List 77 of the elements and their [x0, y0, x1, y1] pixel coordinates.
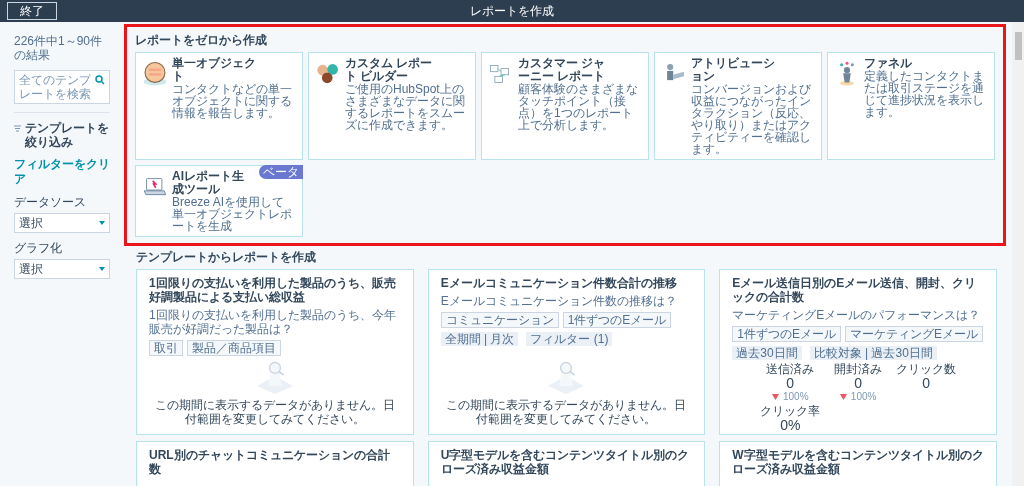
filter-heading: テンプレートを絞り込み	[25, 121, 110, 149]
tag: マーケティングEメール	[845, 326, 984, 342]
page-title: レポートを作成	[470, 3, 554, 20]
stat-label: クリック数	[896, 362, 957, 376]
scrollbar-thumb[interactable]	[1014, 32, 1022, 60]
filter-chip: 過去30日間	[732, 346, 802, 360]
template-card[interactable]: Eメールコミュニケーション件数合計の推移 Eメールコミュニケーション件数の推移は？ コミュニケーション 1件ずつのEメール 全期間 | 月次 フィルター (1) この期間に表示するデータがありません。日付範囲を変更してみてください。	[427, 269, 706, 435]
section-title: レポートをゼロから作成	[135, 33, 268, 48]
tag: 1件ずつのEメール	[562, 312, 672, 328]
stat-value: 0	[854, 376, 863, 391]
card-title: Eメールコミュニケーション件数合計の推移	[440, 276, 678, 290]
template-card[interactable]: URL別のチャットコミュニケーションの合計数	[136, 441, 414, 486]
filter-chip: 比較対象 | 過去30日間	[809, 346, 937, 360]
card-description: コンタクトなどの単一オブジェクトに関する情報を報告します。	[172, 83, 293, 119]
tag: コミュニケーション	[440, 312, 559, 328]
report-type-card[interactable]: アトリビューション コンバージョンおよび収益につながったインタラクション（反応、やり取り）またはアクティビティーを確認します。	[654, 52, 822, 160]
tag: 1件ずつのEメール	[732, 326, 841, 342]
result-count: 226件中1～90件の結果	[14, 34, 104, 62]
search-icon	[95, 75, 105, 85]
card-title: 1回限りの支払いを利用した製品のうち、販売好調製品による支払い総収益	[149, 276, 397, 304]
report-type-card[interactable]: 単一オブジェクト コンタクトなどの単一オブジェクトに関する情報を報告します。	[135, 52, 303, 160]
card-title: AIレポート生成ツール	[172, 170, 245, 196]
stat-label: 開封済み	[834, 362, 883, 376]
report-type-card[interactable]: ファネル 定義したコンタクトまたは取引ステージを通じて進捗状況を表示します。	[827, 52, 995, 160]
select-label: データソース	[14, 195, 87, 209]
round-document-illustration-icon	[142, 61, 168, 87]
card-question: マーケティングEメールのパフォーマンスは？	[732, 308, 982, 322]
report-type-card[interactable]: AIレポート生成ツール Breeze AIを使用して単一オブジェクトレポートを生成 ベータ	[135, 165, 303, 237]
section-title: テンプレートからレポートを作成	[136, 250, 317, 265]
tag: 製品／商品項目	[187, 340, 281, 356]
card-title: W字型モデルを含むコンテンツタイトル別のクローズ済み収益金額	[732, 448, 984, 476]
card-title: カスタマー ジャーニー レポート	[518, 57, 607, 83]
template-card[interactable]: 1回限りの支払いを利用した製品のうち、販売好調製品による支払い総収益 1回限りの支払いを利用した製品のうち、今年販売が好調だった製品は？ 取引 製品／商品項目 この期間に表示するデータがありません。日付範囲を変更してみてください。	[136, 269, 414, 435]
card-description: 顧客体験のさまざまなタッチポイント（接点）を1つのレポート上で分析します。	[518, 83, 639, 131]
select-label: グラフ化	[14, 241, 63, 255]
stat-label: 送信済み	[766, 362, 815, 376]
card-description: ご使用のHubSpot上のさまざまなデータに関するレポートをスムーズに作成できます。	[345, 83, 466, 131]
caret-icon	[99, 267, 105, 271]
card-title: 単一オブジェクト	[172, 57, 257, 83]
card-description: Breeze AIを使用して単一オブジェクトレポートを生成	[172, 196, 293, 232]
filter-chip: 全期間 | 月次	[440, 332, 519, 346]
down-triangle-icon	[771, 393, 779, 400]
card-description: 定義したコンタクトまたは取引ステージを通じて進捗状況を表示します。	[864, 70, 985, 118]
empty-message: この期間に表示するデータがありません。日付範囲を変更してみてください。	[445, 398, 688, 426]
card-title: アトリビューション	[691, 57, 776, 83]
filter-icon	[14, 125, 21, 132]
card-title: URL別のチャットコミュニケーションの合計数	[149, 448, 391, 476]
select-dropdown[interactable]: 選択	[14, 213, 110, 233]
stat-value: 0	[922, 376, 930, 391]
card-title: カスタム レポート ビルダー	[345, 57, 434, 83]
card-title: ファネル	[864, 57, 913, 70]
exit-button[interactable]: 終了	[7, 2, 57, 20]
caret-icon	[99, 221, 105, 225]
report-type-card[interactable]: カスタム レポート ビルダー ご使用のHubSpot上のさまざまなデータに関するレポートをスムーズに作成できます。	[308, 52, 476, 160]
card-question: Eメールコミュニケーション件数の推移は？	[440, 294, 678, 308]
clear-filters-link[interactable]: フィルターをクリア	[14, 157, 110, 187]
report-type-card[interactable]: カスタマー ジャーニー レポート 顧客体験のさまざまなタッチポイント（接点）を1つのレポート上で分析します。	[481, 52, 649, 160]
stat-value: 0	[786, 376, 795, 391]
template-card[interactable]: U字型モデルを含むコンテンツタイトル別のクローズ済み収益金額	[427, 441, 706, 486]
select-dropdown[interactable]: 選択	[14, 259, 110, 279]
card-description: コンバージョンおよび収益につながったインタラクション（反応、やり取り）またはアクティビティーを確認します。	[691, 83, 812, 155]
filter-chip: フィルター (1)	[526, 332, 613, 346]
empty-message: この期間に表示するデータがありません。日付範囲を変更してみてください。	[153, 398, 396, 426]
stat-change: 100%	[850, 391, 877, 402]
search-field[interactable]: 全てのテンプレートを検索	[14, 70, 110, 104]
down-triangle-icon	[839, 393, 847, 400]
card-question: 1回限りの支払いを利用した製品のうち、今年販売が好調だった製品は？	[149, 308, 397, 336]
template-card[interactable]: W字型モデルを含むコンテンツタイトル別のクローズ済み収益金額	[719, 441, 997, 486]
card-title: Eメール送信日別のEメール送信、開封、クリックの合計数	[732, 276, 978, 304]
card-title: U字型モデルを含むコンテンツタイトル別のクローズ済み収益金額	[440, 448, 691, 476]
stat-change: 100%	[782, 391, 809, 402]
stat-label: クリック率	[760, 404, 821, 418]
template-card[interactable]: Eメール送信日別のEメール送信、開封、クリックの合計数 マーケティングEメールのパフォーマンスは？ 1件ずつのEメール マーケティングEメール 過去30日間 比較対象 | 過去30日間 送信済み 0 100% 開封済み 0 100% クリック数 0 クリック率 0%	[719, 269, 997, 435]
stat-value: 0%	[780, 418, 801, 433]
tag: 取引	[149, 340, 183, 356]
beta-badge: ベータ	[259, 165, 303, 179]
scrollbar[interactable]	[1012, 22, 1024, 486]
